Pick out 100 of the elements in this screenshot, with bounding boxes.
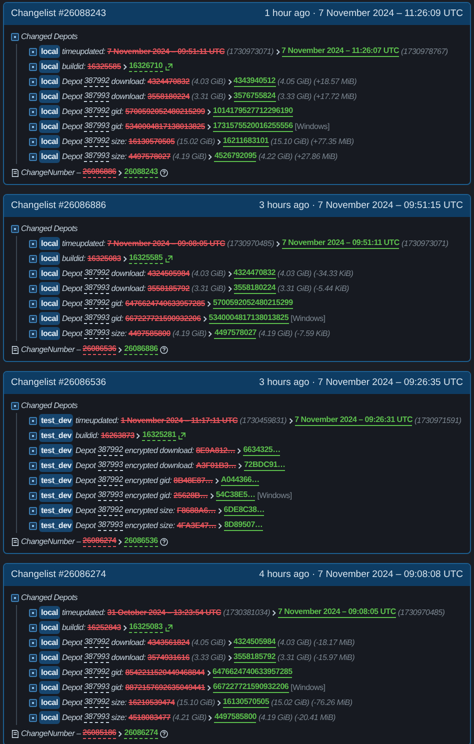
size-delta: (-15.97 MiB)	[313, 652, 354, 664]
toggle-icon[interactable]	[29, 432, 37, 440]
depot-link[interactable]: 387993	[84, 91, 110, 102]
depot-label: Depot	[75, 474, 96, 486]
old-value: 5340004817138013825	[125, 120, 205, 132]
toggle-icon[interactable]	[29, 138, 37, 146]
depot-link[interactable]: 387993	[98, 460, 123, 471]
depot-link[interactable]: 387993	[84, 121, 110, 132]
toggle-icon[interactable]	[29, 684, 37, 692]
toggle-icon[interactable]	[29, 240, 37, 248]
old-value: 8872157692635049441	[125, 682, 205, 694]
depot-link[interactable]: 387992	[84, 136, 110, 147]
depot-link[interactable]: 387993	[84, 652, 110, 663]
help-icon[interactable]	[160, 346, 168, 354]
toggle-icon[interactable]	[11, 224, 19, 232]
depot-link[interactable]: 387992	[84, 697, 110, 708]
help-icon[interactable]	[160, 730, 168, 738]
branch-badge: local	[39, 252, 60, 265]
depot-link[interactable]: 387992	[84, 298, 110, 309]
toggle-icon[interactable]	[29, 624, 37, 632]
branch-badge: local	[39, 45, 60, 58]
depot-link[interactable]: 387992	[84, 268, 110, 279]
toggle-icon[interactable]	[29, 446, 37, 454]
size-delta: (-76.26 MiB)	[311, 696, 352, 708]
changelist-title[interactable]: Changelist #26086274	[11, 568, 106, 582]
branch-badge: local	[39, 135, 60, 148]
toggle-icon[interactable]	[29, 668, 37, 676]
old-info: (4.03 GiB)	[192, 76, 226, 88]
link-icon[interactable]	[164, 254, 173, 262]
depot-link[interactable]: 387993	[84, 283, 110, 294]
old-value: 4324470832	[148, 76, 190, 88]
toggle-icon[interactable]	[29, 714, 37, 722]
field-label: timeupdated:	[62, 606, 106, 618]
depot-link[interactable]: 387993	[84, 151, 110, 162]
branch-badge: test_dev	[39, 519, 74, 532]
toggle-icon[interactable]	[29, 492, 37, 500]
depot-link[interactable]: 387993	[98, 520, 123, 531]
toggle-icon[interactable]	[29, 284, 37, 292]
new-value: 54C38E5…	[216, 490, 256, 501]
changelist-title[interactable]: Changelist #26086886	[11, 198, 106, 214]
field-label: gid:	[111, 682, 124, 694]
depot-link[interactable]: 387992	[84, 106, 110, 117]
depot-link[interactable]: 387993	[84, 712, 110, 723]
toggle-icon[interactable]	[29, 638, 37, 646]
new-value[interactable]: 16325585	[128, 253, 163, 264]
depot-link[interactable]: 387993	[84, 313, 110, 324]
depot-link[interactable]: 387993	[98, 490, 123, 501]
toggle-icon[interactable]	[29, 506, 37, 514]
branch-badge: local	[39, 621, 60, 634]
depot-link[interactable]: 387993	[84, 328, 110, 339]
depot-link[interactable]: 387992	[84, 637, 110, 648]
new-value[interactable]: 16325281	[142, 430, 176, 441]
toggle-icon[interactable]	[29, 522, 37, 530]
toggle-icon[interactable]	[29, 122, 37, 130]
toggle-icon[interactable]	[29, 270, 37, 278]
toggle-icon[interactable]	[29, 416, 37, 424]
toggle-icon[interactable]	[29, 62, 37, 70]
help-icon[interactable]	[160, 168, 168, 176]
size-delta: (+17.72 MiB)	[313, 90, 356, 102]
toggle-icon[interactable]	[29, 314, 37, 322]
new-value: 7 November 2024 – 09:51:11 UTC	[282, 238, 400, 249]
new-value[interactable]: 16326710	[128, 61, 163, 72]
link-icon[interactable]	[164, 62, 173, 70]
old-value: 6476624740633957285	[125, 298, 205, 310]
toggle-icon[interactable]	[29, 152, 37, 160]
link-icon[interactable]	[178, 432, 186, 440]
depot-link[interactable]: 387992	[84, 667, 110, 678]
toggle-icon[interactable]	[29, 330, 37, 338]
toggle-icon[interactable]	[11, 594, 19, 602]
toggle-icon[interactable]	[29, 108, 37, 116]
changelist-title[interactable]: Changelist #26088243	[11, 6, 106, 22]
depot-link[interactable]: 387992	[98, 505, 123, 516]
new-value[interactable]: 16325083	[128, 622, 163, 633]
depot-link[interactable]: 387993	[84, 682, 110, 693]
new-info: (4.19 GiB)	[258, 712, 292, 724]
toggle-icon[interactable]	[11, 402, 19, 410]
link-icon[interactable]	[164, 624, 173, 632]
help-icon[interactable]	[160, 538, 168, 546]
toggle-icon[interactable]	[29, 92, 37, 100]
depot-label: Depot	[75, 520, 96, 532]
toggle-icon[interactable]	[29, 698, 37, 706]
toggle-icon[interactable]	[29, 654, 37, 662]
depot-link[interactable]: 387992	[98, 445, 123, 456]
toggle-icon[interactable]	[29, 476, 37, 484]
toggle-icon[interactable]	[29, 608, 37, 616]
changelist-title[interactable]: Changelist #26086536	[11, 376, 106, 390]
old-info: (1730381034)	[223, 606, 270, 618]
toggle-icon[interactable]	[29, 78, 37, 86]
depot-link[interactable]: 387992	[98, 475, 123, 486]
field-label: size:	[111, 328, 126, 340]
old-value: A3F01B3…	[196, 460, 236, 472]
new-value: 4497578027	[214, 328, 256, 339]
toggle-icon[interactable]	[29, 300, 37, 308]
depot-link[interactable]: 387992	[84, 76, 110, 87]
old-value: 25628B…	[174, 490, 208, 502]
document-icon	[11, 538, 19, 546]
toggle-icon[interactable]	[11, 32, 19, 40]
toggle-icon[interactable]	[29, 254, 37, 262]
toggle-icon[interactable]	[29, 48, 37, 56]
toggle-icon[interactable]	[29, 462, 37, 470]
